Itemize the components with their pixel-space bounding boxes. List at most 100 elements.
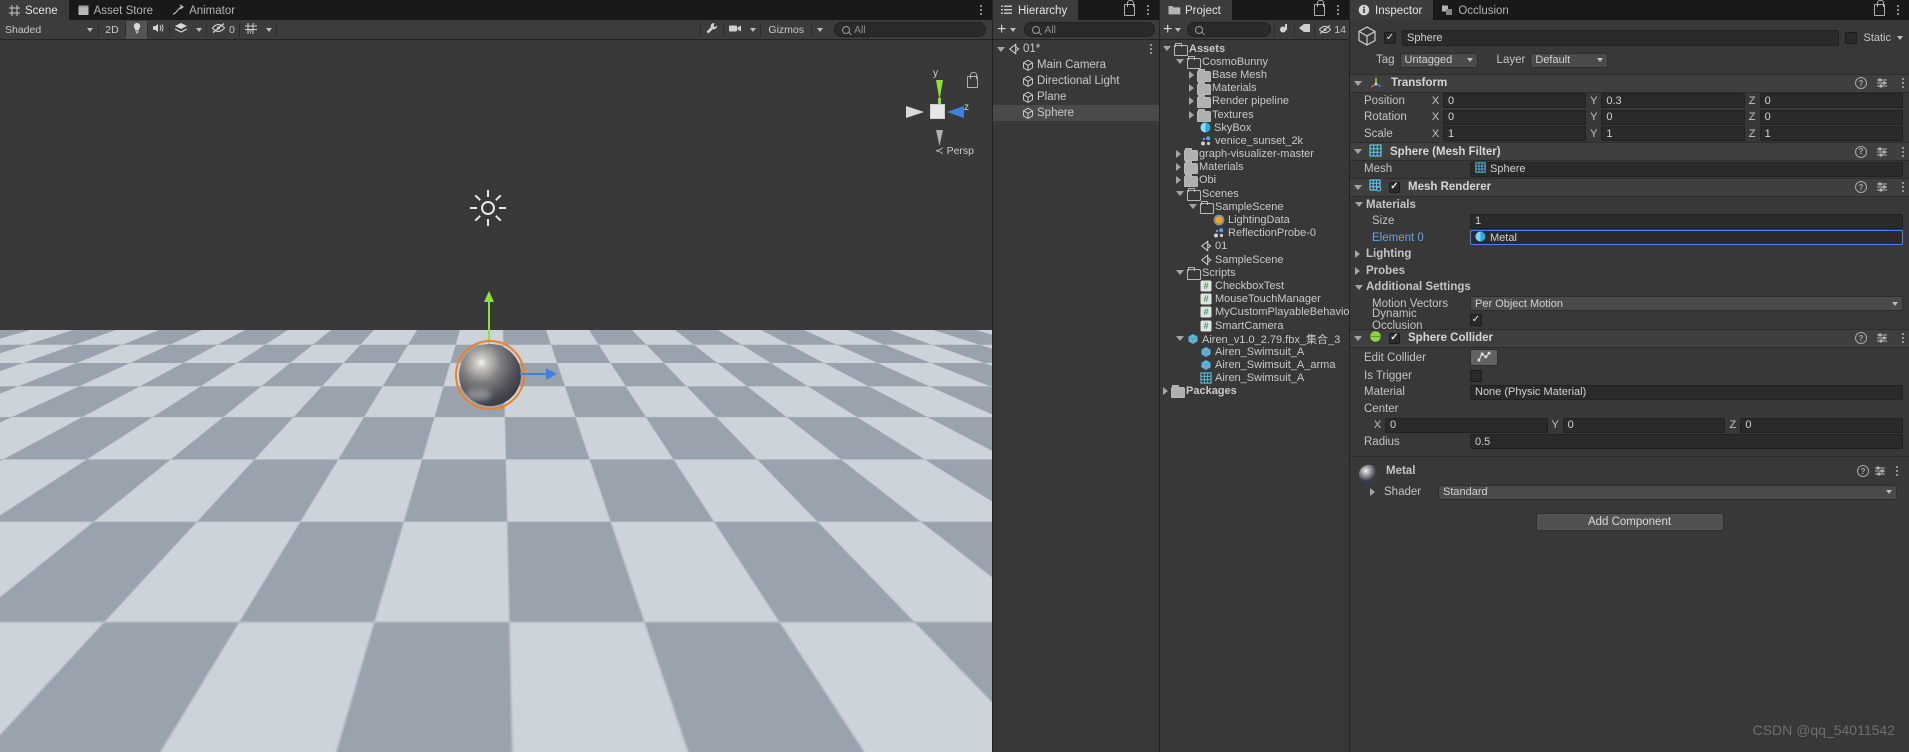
help-icon[interactable]: ? bbox=[1855, 181, 1867, 193]
expand-triangle-icon[interactable] bbox=[1189, 84, 1194, 93]
hierarchy-tree[interactable]: 01* Main Camera Directional Light Plane Sphe… bbox=[993, 40, 1159, 752]
scene-search-input[interactable]: All bbox=[834, 22, 986, 37]
expand-triangle-icon[interactable] bbox=[1189, 110, 1194, 119]
eye-off-icon[interactable]: 14 bbox=[1318, 24, 1346, 36]
project-item[interactable]: Scenes bbox=[1160, 187, 1349, 201]
project-item[interactable]: Materials bbox=[1160, 161, 1349, 175]
project-item[interactable]: Airen_Swimsuit_A bbox=[1160, 345, 1349, 358]
static-dropdown-icon[interactable] bbox=[1897, 35, 1903, 40]
collapse-triangle-icon[interactable] bbox=[1354, 80, 1362, 86]
element0-object-field[interactable]: Metal bbox=[1470, 230, 1903, 246]
transform-scale-y-input[interactable]: 1 bbox=[1601, 126, 1745, 142]
label-tag-icon[interactable] bbox=[1298, 22, 1311, 37]
project-item[interactable]: venice_sunset_2k bbox=[1160, 134, 1349, 147]
center-z-input[interactable]: 0 bbox=[1740, 417, 1904, 433]
transform-position-y-input[interactable]: 0.3 bbox=[1601, 93, 1745, 109]
project-item[interactable]: ReflectionProbe-0 bbox=[1160, 227, 1349, 240]
gizmos-button[interactable]: Gizmos bbox=[761, 21, 811, 39]
collapse-triangle-icon[interactable] bbox=[1176, 336, 1184, 342]
project-item[interactable]: LightingData bbox=[1160, 213, 1349, 226]
project-item[interactable]: Base Mesh bbox=[1160, 68, 1349, 82]
preset-icon[interactable] bbox=[1876, 146, 1888, 158]
hierarchy-lock-icon[interactable] bbox=[1124, 0, 1135, 16]
sphere-collider-component-header[interactable]: Sphere Collider ? bbox=[1350, 328, 1909, 348]
mesh-filter-component-header[interactable]: Sphere (Mesh Filter) ? bbox=[1350, 142, 1909, 161]
collapse-triangle-icon[interactable] bbox=[1176, 191, 1184, 197]
tab-asset-store[interactable]: Asset Store bbox=[69, 0, 164, 20]
shading-mode-dropdown[interactable]: Shaded bbox=[0, 21, 98, 39]
project-item[interactable]: SkyBox bbox=[1160, 121, 1349, 134]
project-item[interactable]: # CheckboxTest bbox=[1160, 279, 1349, 292]
expand-triangle-icon[interactable] bbox=[1176, 163, 1181, 172]
mesh-renderer-component-header[interactable]: Mesh Renderer ? bbox=[1350, 177, 1909, 197]
project-item[interactable]: SampleScene bbox=[1160, 200, 1349, 214]
tab-scene[interactable]: Scene bbox=[0, 0, 69, 20]
project-item[interactable]: Scripts bbox=[1160, 266, 1349, 280]
transform-rotation-y-input[interactable]: 0 bbox=[1601, 109, 1745, 125]
physic-material-object-field[interactable]: None (Physic Material) bbox=[1470, 384, 1903, 400]
scene-tools-button[interactable] bbox=[701, 21, 723, 39]
collapse-triangle-icon[interactable] bbox=[1354, 335, 1362, 341]
scene-fx-toggle[interactable] bbox=[170, 21, 192, 39]
expand-triangle-icon[interactable] bbox=[1370, 488, 1375, 497]
project-item[interactable]: # MyCustomPlayableBehaviour bbox=[1160, 306, 1359, 319]
materials-size-input[interactable]: 1 bbox=[1470, 213, 1903, 229]
project-options-kebab-icon[interactable] bbox=[1332, 3, 1344, 17]
collapse-triangle-icon[interactable] bbox=[1354, 149, 1362, 154]
component-options-kebab-icon[interactable] bbox=[1897, 145, 1909, 159]
chevron-down-icon[interactable] bbox=[1175, 27, 1182, 32]
hierarchy-scene-kebab-icon[interactable] bbox=[1145, 42, 1157, 56]
lighting-foldout[interactable]: Lighting bbox=[1350, 246, 1909, 263]
scene-lighting-toggle[interactable] bbox=[126, 20, 147, 39]
dynamic-occlusion-checkbox[interactable] bbox=[1470, 314, 1482, 327]
tag-dropdown[interactable]: Untagged bbox=[1399, 52, 1478, 68]
preset-icon[interactable] bbox=[1876, 332, 1888, 344]
hierarchy-add-button[interactable]: + bbox=[997, 21, 1006, 38]
project-item[interactable]: Packages bbox=[1160, 385, 1349, 399]
collapse-triangle-icon[interactable] bbox=[1189, 204, 1197, 210]
mesh-object-field[interactable]: Sphere bbox=[1470, 161, 1903, 177]
inspector-options-kebab-icon[interactable] bbox=[1892, 3, 1904, 17]
transform-component-header[interactable]: Transform ? bbox=[1350, 73, 1909, 93]
toggle-2d-button[interactable]: 2D bbox=[99, 21, 125, 39]
motion-vectors-dropdown[interactable]: Per Object Motion bbox=[1470, 296, 1903, 312]
hierarchy-item[interactable]: Main Camera bbox=[993, 57, 1159, 73]
gameobject-name-input[interactable]: Sphere bbox=[1402, 29, 1840, 46]
project-search-input[interactable] bbox=[1187, 22, 1272, 37]
scene-orientation-gizmo[interactable]: y z bbox=[892, 68, 978, 154]
transform-scale-x-input[interactable]: 1 bbox=[1443, 126, 1587, 142]
scene-camera-button[interactable] bbox=[724, 21, 746, 39]
expand-triangle-icon[interactable] bbox=[1176, 176, 1181, 185]
project-item[interactable]: Obi bbox=[1160, 174, 1349, 188]
preset-icon[interactable] bbox=[1876, 77, 1888, 89]
static-checkbox[interactable] bbox=[1845, 31, 1858, 44]
shader-dropdown[interactable]: Standard bbox=[1438, 484, 1897, 500]
project-item[interactable]: Airen_v1.0_2.79.fbx_集合_3 bbox=[1160, 332, 1349, 346]
additional-settings-foldout[interactable]: Additional Settings bbox=[1350, 279, 1909, 296]
scene-fx-dropdown[interactable] bbox=[192, 21, 206, 39]
hierarchy-item[interactable]: Sphere bbox=[993, 105, 1159, 121]
center-x-input[interactable]: 0 bbox=[1385, 417, 1548, 433]
gizmo-center-cube[interactable] bbox=[930, 104, 945, 119]
component-options-kebab-icon[interactable] bbox=[1897, 331, 1909, 345]
preset-icon[interactable] bbox=[1876, 181, 1888, 193]
hierarchy-search-input[interactable]: All bbox=[1024, 22, 1155, 37]
project-item[interactable]: Render pipeline bbox=[1160, 95, 1349, 109]
probes-foldout[interactable]: Probes bbox=[1350, 263, 1909, 280]
project-item[interactable]: 01 bbox=[1160, 240, 1349, 253]
hierarchy-item[interactable]: Directional Light bbox=[993, 73, 1159, 89]
transform-scale-z-input[interactable]: 1 bbox=[1759, 126, 1903, 142]
directional-light-gizmo[interactable] bbox=[470, 190, 506, 226]
collapse-triangle-icon[interactable] bbox=[1176, 270, 1184, 276]
mesh-renderer-enabled-checkbox[interactable] bbox=[1389, 181, 1400, 193]
preset-icon[interactable] bbox=[1874, 465, 1886, 477]
scene-lock-icon[interactable] bbox=[967, 72, 978, 88]
help-icon[interactable]: ? bbox=[1857, 465, 1869, 477]
scene-options-kebab-icon[interactable] bbox=[975, 3, 987, 17]
scene-grid-toggle[interactable]: Y bbox=[240, 21, 262, 39]
project-item[interactable]: CosmoBunny bbox=[1160, 55, 1349, 69]
scene-audio-toggle[interactable] bbox=[148, 21, 169, 39]
gizmos-dropdown[interactable] bbox=[812, 21, 828, 39]
gameobject-enabled-checkbox[interactable] bbox=[1384, 31, 1396, 44]
tab-inspector[interactable]: Inspector bbox=[1350, 0, 1434, 20]
